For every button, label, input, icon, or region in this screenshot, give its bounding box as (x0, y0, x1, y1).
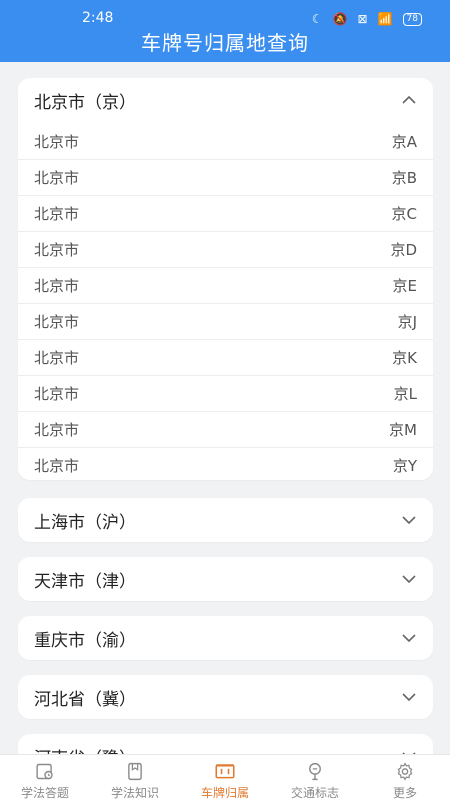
quiz-icon (36, 763, 53, 780)
tab-label: 交通标志 (290, 786, 339, 800)
tab-label: 更多 (392, 786, 417, 800)
tab-plate[interactable]: 车牌归属 (180, 755, 270, 801)
province-card-beijing: 北京市（京） 北京市 京A 北京市 京B 北京市 京C 北京市 京D 北京市 京E 北京市… (18, 78, 433, 480)
plate-row[interactable]: 北京市 京C (18, 196, 433, 232)
tab-label: 学法答题 (20, 786, 69, 800)
province-header-tianjin[interactable]: 天津市（津） (18, 557, 433, 601)
province-title: 上海市（沪） (34, 512, 136, 533)
mute-icon: 🔕 (332, 12, 348, 26)
plate-code: 京J (397, 313, 417, 331)
tab-more[interactable]: 更多 (360, 755, 450, 801)
plate-row[interactable]: 北京市 京K (18, 340, 433, 376)
city-name: 北京市 (34, 241, 80, 259)
plate-code: 京A (391, 133, 417, 151)
moon-icon: ☾ (311, 12, 323, 26)
province-header-hebei[interactable]: 河北省（冀） (18, 675, 433, 719)
plate-row[interactable]: 北京市 京L (18, 376, 433, 412)
province-card-shanghai[interactable]: 上海市（沪） (18, 498, 433, 542)
plate-code: 京E (392, 277, 417, 295)
status-icons: ☾ 🔕 ⊠ 📶 78 (312, 12, 422, 26)
plate-row[interactable]: 北京市 京E (18, 268, 433, 304)
plate-code: 京L (393, 385, 417, 403)
plate-list: 北京市 京A 北京市 京B 北京市 京C 北京市 京D 北京市 京E 北京市 京J 北京市京… (18, 124, 433, 483)
plate-row[interactable]: 北京市 京J (18, 304, 433, 340)
province-card-hebei[interactable]: 河北省（冀） (18, 675, 433, 719)
city-name: 北京市 (34, 313, 80, 331)
gear-icon (397, 762, 413, 781)
status-bar: 2:48 ☾ 🔕 ⊠ 📶 78 (0, 0, 450, 26)
city-name: 北京市 (34, 133, 80, 151)
plate-code: 京D (390, 241, 417, 259)
chevron-down-icon (401, 512, 417, 528)
province-title: 河南省（豫） (34, 744, 136, 755)
chevron-down-icon (401, 630, 417, 646)
plate-code: 京B (391, 169, 417, 187)
province-title: 重庆市（渝） (34, 630, 136, 651)
bottom-tabbar: 学法答题 学法知识 车牌归属 交通标志 更多 (0, 754, 450, 801)
city-name: 北京市 (34, 205, 80, 223)
plate-row[interactable]: 北京市 京A (18, 124, 433, 160)
city-name: 北京市 (34, 457, 80, 475)
chevron-up-icon (401, 92, 417, 108)
plate-row[interactable]: 北京市 京Y (18, 448, 433, 483)
screen-icon: ⊠ (357, 12, 368, 26)
tab-quiz[interactable]: 学法答题 (0, 755, 90, 801)
plate-icon (215, 764, 235, 779)
plate-row[interactable]: 北京市 京B (18, 160, 433, 196)
sign-icon (309, 762, 321, 781)
province-card-chongqing[interactable]: 重庆市（渝） (18, 616, 433, 660)
battery-indicator: 78 (402, 12, 422, 26)
city-name: 北京市 (34, 385, 80, 403)
plate-code: 京Y (392, 457, 417, 475)
city-name: 北京市 (34, 169, 80, 187)
province-title: 北京市（京） (34, 92, 136, 113)
province-title: 天津市（津） (34, 571, 136, 592)
province-header-chongqing[interactable]: 重庆市（渝） (18, 616, 433, 660)
plate-row[interactable]: 北京市 京D (18, 232, 433, 268)
plate-code: 京C (391, 205, 417, 223)
province-card-tianjin[interactable]: 天津市（津） (18, 557, 433, 601)
page-title: 车牌号归属地查询 (141, 31, 309, 55)
province-header-henan[interactable]: 河南省（豫） (18, 734, 433, 754)
chevron-down-icon (401, 689, 417, 705)
city-name: 北京市 (34, 349, 80, 367)
city-name: 北京市 (34, 421, 80, 439)
city-name: 北京市 (34, 277, 80, 295)
province-header-shanghai[interactable]: 上海市（沪） (18, 498, 433, 542)
province-header-beijing[interactable]: 北京市（京） (18, 78, 433, 122)
province-title: 河北省（冀） (34, 689, 136, 710)
plate-code: 京M (389, 421, 417, 439)
tab-label: 学法知识 (110, 786, 159, 800)
status-time: 2:48 (82, 10, 114, 26)
wifi-icon: 📶 (377, 12, 393, 26)
book-icon (128, 762, 142, 781)
tab-signs[interactable]: 交通标志 (270, 755, 360, 801)
tab-knowledge[interactable]: 学法知识 (90, 755, 180, 801)
province-card-henan[interactable]: 河南省（豫） (18, 734, 433, 754)
plate-code: 京K (392, 349, 417, 367)
chevron-down-icon (401, 571, 417, 587)
plate-row[interactable]: 北京市 京M (18, 412, 433, 448)
app-header: 2:48 ☾ 🔕 ⊠ 📶 78 车牌号归属地查询 (0, 0, 450, 62)
tab-label: 车牌归属 (200, 786, 249, 800)
content-area[interactable]: 北京市（京） 北京市 京A 北京市 京B 北京市 京C 北京市 京D 北京市 京E 北京市… (0, 62, 450, 754)
